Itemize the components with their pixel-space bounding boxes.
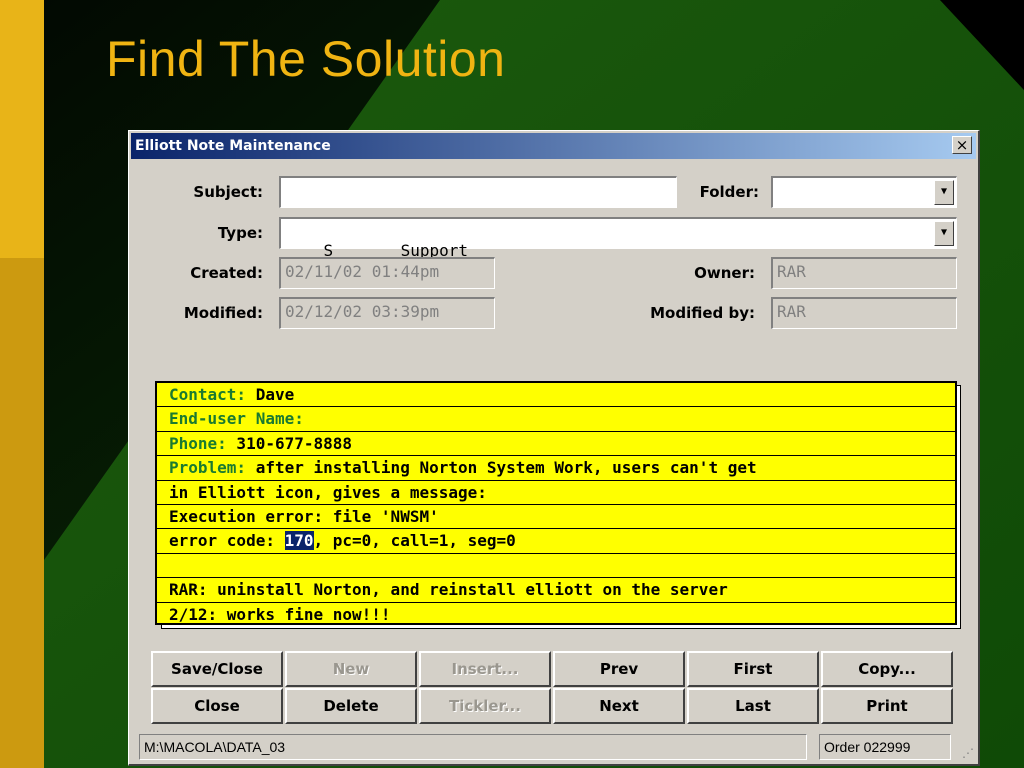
print-button[interactable]: Print bbox=[821, 688, 953, 724]
window-title: Elliott Note Maintenance bbox=[135, 138, 331, 154]
modified-label: Modified: bbox=[183, 304, 263, 322]
first-button[interactable]: First bbox=[687, 651, 819, 687]
note-line: Problem: after installing Norton System … bbox=[157, 456, 955, 481]
folder-label: Folder: bbox=[699, 183, 759, 201]
type-label: Type: bbox=[217, 224, 263, 242]
folder-select[interactable]: ▼ bbox=[771, 176, 957, 208]
resize-grip-icon[interactable]: ⋰ bbox=[962, 746, 974, 760]
modified-by-label: Modified by: bbox=[650, 304, 755, 322]
last-button[interactable]: Last bbox=[687, 688, 819, 724]
note-line: in Elliott icon, gives a message: bbox=[157, 481, 955, 505]
note-line: Contact: Dave bbox=[157, 383, 955, 408]
note-line: End-user Name: bbox=[157, 407, 955, 432]
note-line: Execution error: file 'NWSM' bbox=[157, 505, 955, 530]
modified-by-field: RAR bbox=[771, 297, 957, 329]
prev-button[interactable]: Prev bbox=[553, 651, 685, 687]
insert-button[interactable]: Insert... bbox=[419, 651, 551, 687]
next-button[interactable]: Next bbox=[553, 688, 685, 724]
note-line: RAR: uninstall Norton, and reinstall ell… bbox=[157, 578, 955, 603]
note-maintenance-window: Elliott Note Maintenance × Subject: Fold… bbox=[128, 130, 980, 766]
note-line bbox=[157, 554, 955, 579]
slide-title: Find The Solution bbox=[106, 31, 506, 87]
note-line: error code: 170, pc=0, call=1, seg=0 bbox=[157, 529, 955, 554]
side-bar-top bbox=[0, 0, 44, 258]
chevron-down-icon[interactable]: ▼ bbox=[934, 221, 954, 246]
owner-label: Owner: bbox=[694, 264, 755, 282]
subject-label: Subject: bbox=[193, 183, 263, 201]
status-path: M:\MACOLA\DATA_03 bbox=[139, 734, 807, 760]
save-close-button[interactable]: Save/Close bbox=[151, 651, 283, 687]
close-icon[interactable]: × bbox=[952, 136, 972, 154]
owner-field: RAR bbox=[771, 257, 957, 289]
status-order: Order 022999 bbox=[819, 734, 951, 760]
text-selection: 170 bbox=[284, 531, 314, 551]
subject-input[interactable] bbox=[279, 176, 677, 208]
note-textarea[interactable]: Contact: Dave End-user Name: Phone: 310-… bbox=[155, 381, 957, 625]
created-field: 02/11/02 01:44pm bbox=[279, 257, 495, 289]
new-button[interactable]: New bbox=[285, 651, 417, 687]
close-button[interactable]: Close bbox=[151, 688, 283, 724]
created-label: Created: bbox=[190, 264, 263, 282]
type-select[interactable]: S Support ▼ bbox=[279, 217, 957, 260]
modified-field: 02/12/02 03:39pm bbox=[279, 297, 495, 329]
chevron-down-icon[interactable]: ▼ bbox=[934, 180, 954, 205]
delete-button[interactable]: Delete bbox=[285, 688, 417, 724]
side-bar-bottom bbox=[0, 258, 44, 768]
note-line: 2/12: works fine now!!! bbox=[169, 604, 391, 624]
note-line: Phone: 310-677-8888 bbox=[157, 432, 955, 457]
tickler-button[interactable]: Tickler... bbox=[419, 688, 551, 724]
copy-button[interactable]: Copy... bbox=[821, 651, 953, 687]
window-titlebar[interactable]: Elliott Note Maintenance × bbox=[131, 133, 976, 159]
